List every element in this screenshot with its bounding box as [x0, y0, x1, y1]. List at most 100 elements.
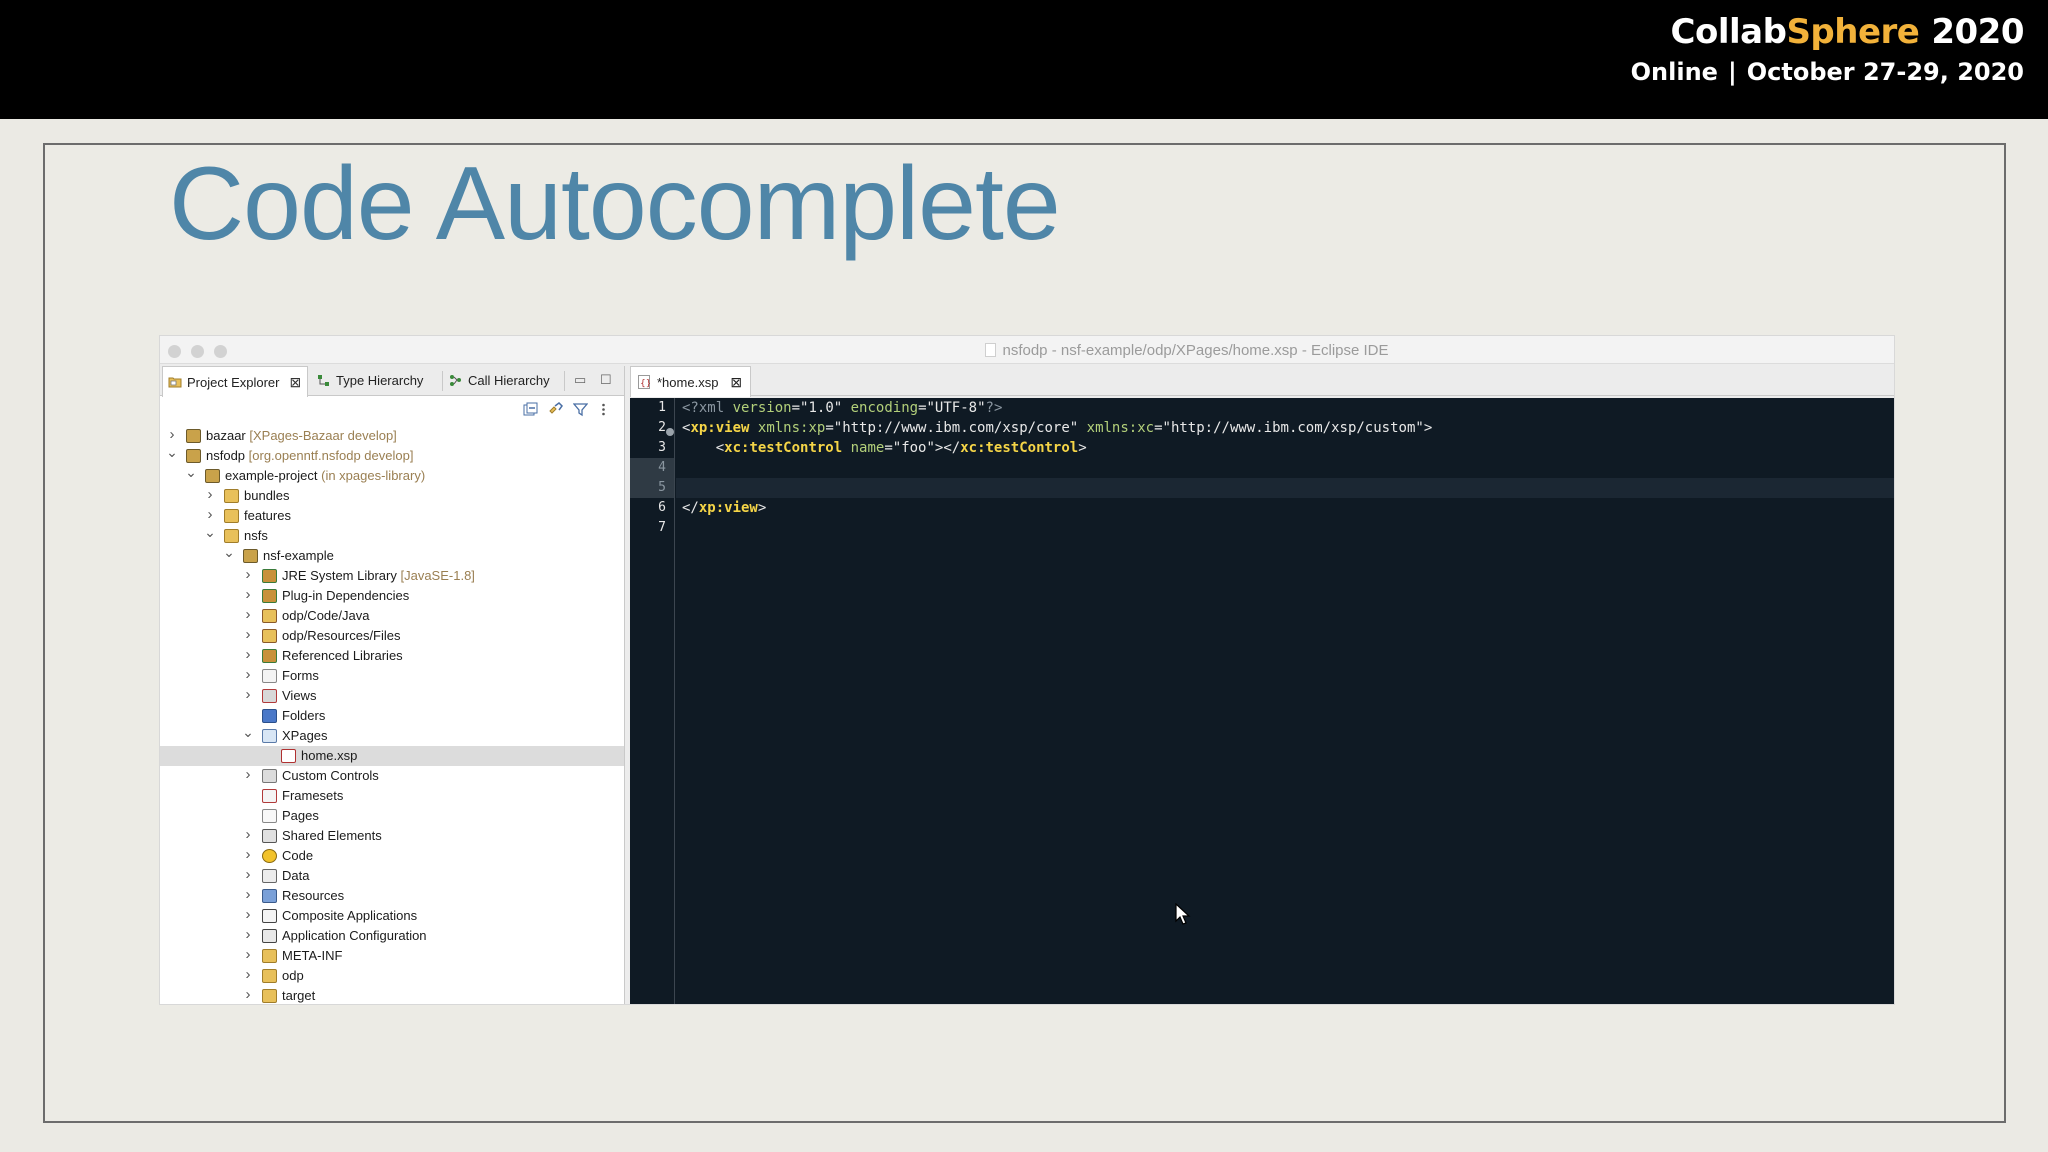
close-tab-icon[interactable]: ⊠	[730, 374, 742, 390]
xpages-icon	[262, 729, 277, 743]
svg-text:{}: {}	[640, 379, 650, 389]
tree-item-decoration: [org.openntf.nsfodp develop]	[245, 448, 414, 463]
tree-item[interactable]: › bazaar [XPages-Bazaar develop]	[160, 426, 624, 446]
chevron-down-icon[interactable]: ⌄	[166, 445, 178, 459]
chevron-right-icon[interactable]: ›	[166, 426, 178, 444]
library-icon	[262, 569, 277, 583]
chevron-right-icon[interactable]: ›	[242, 586, 254, 604]
view-tabbar: Project Explorer ⊠ Type Hierarchy Call Hi…	[160, 366, 624, 397]
tree-item[interactable]: › Shared Elements	[160, 826, 624, 846]
tree-item-label: Custom Controls	[282, 768, 379, 783]
tree-item-label: JRE System Library [JavaSE-1.8]	[282, 568, 475, 583]
line-number: 1	[658, 400, 666, 415]
tree-item[interactable]: › Resources	[160, 886, 624, 906]
tree-item[interactable]: › Custom Controls	[160, 766, 624, 786]
minimize-view-icon[interactable]: ▭	[574, 372, 586, 388]
chevron-right-icon[interactable]: ›	[242, 886, 254, 904]
tree-item[interactable]: › target	[160, 986, 624, 1004]
tree-item[interactable]: › Data	[160, 866, 624, 886]
chevron-right-icon[interactable]: ›	[242, 766, 254, 784]
tree-item[interactable]: › odp	[160, 966, 624, 986]
maximize-view-icon[interactable]: ☐	[600, 372, 612, 388]
chevron-right-icon[interactable]: ›	[242, 966, 254, 984]
tree-item[interactable]: ⌄ nsfodp [org.openntf.nsfodp develop]	[160, 445, 624, 466]
source-folder-icon	[262, 629, 277, 643]
chevron-right-icon[interactable]: ›	[242, 986, 254, 1004]
tab-call-hierarchy[interactable]: Call Hierarchy	[444, 366, 556, 396]
slide-title: Code Autocomplete	[169, 146, 1061, 262]
project-explorer-icon	[168, 377, 182, 388]
tree-item-decoration: [XPages-Bazaar develop]	[245, 428, 397, 443]
tab-project-explorer[interactable]: Project Explorer ⊠	[162, 366, 309, 397]
chevron-right-icon[interactable]: ›	[242, 566, 254, 584]
view-menu-icon[interactable]	[596, 402, 611, 417]
tree-item[interactable]: › Forms	[160, 666, 624, 686]
chevron-right-icon[interactable]: ›	[242, 846, 254, 864]
close-tab-icon[interactable]: ⊠	[289, 374, 301, 390]
tree-item[interactable]: › bundles	[160, 486, 624, 506]
chevron-right-icon[interactable]: ›	[204, 506, 216, 524]
line-number: 4	[630, 458, 674, 478]
tab-type-hierarchy[interactable]: Type Hierarchy	[312, 366, 429, 396]
chevron-right-icon[interactable]: ›	[242, 826, 254, 844]
tree-item[interactable]: › odp/Code/Java	[160, 606, 624, 626]
tree-item[interactable]: ⌄ nsfs	[160, 525, 624, 546]
forms-icon	[262, 669, 277, 683]
folder-icon	[224, 509, 239, 523]
tree-item[interactable]: ⌄ nsf-example	[160, 545, 624, 566]
tree-item-label: META-INF	[282, 948, 343, 963]
project-icon	[186, 449, 201, 463]
link-editor-icon[interactable]	[548, 402, 563, 417]
chevron-right-icon[interactable]: ›	[242, 866, 254, 884]
type-hierarchy-icon	[318, 375, 329, 386]
tree-item[interactable]: ⌄ XPages	[160, 725, 624, 746]
chevron-right-icon[interactable]: ›	[242, 666, 254, 684]
tree-item[interactable]: › features	[160, 506, 624, 526]
chevron-right-icon[interactable]: ›	[242, 686, 254, 704]
line-number: 2	[658, 420, 666, 435]
code-line: <xc:testControl name="foo"></xc:testCont…	[682, 440, 1087, 456]
chevron-down-icon[interactable]: ⌄	[223, 545, 235, 559]
chevron-right-icon[interactable]: ›	[242, 646, 254, 664]
tree-item[interactable]: › Composite Applications	[160, 906, 624, 926]
tree-item-label: Code	[282, 848, 314, 863]
tree-item[interactable]: ⌄ example-project (in xpages-library)	[160, 465, 624, 486]
tree-item[interactable]: › META-INF	[160, 946, 624, 966]
framesets-icon	[262, 789, 277, 803]
tree-item[interactable]: Folders	[160, 706, 624, 726]
chevron-right-icon[interactable]: ›	[242, 906, 254, 924]
document-icon	[985, 343, 997, 357]
folders-icon	[262, 709, 277, 723]
brand-logo: CollabSphere 2020	[1670, 12, 2025, 52]
tree-item[interactable]: › Code	[160, 846, 624, 866]
chevron-down-icon[interactable]: ⌄	[185, 465, 197, 479]
tree-item[interactable]: › Referenced Libraries	[160, 646, 624, 666]
chevron-right-icon[interactable]: ›	[242, 606, 254, 624]
tree-item[interactable]: › Views	[160, 686, 624, 706]
tree-item[interactable]: Framesets	[160, 786, 624, 806]
chevron-right-icon[interactable]: ›	[242, 926, 254, 944]
tree-item-label: nsfs	[244, 528, 268, 543]
tree-item[interactable]: › Plug-in Dependencies	[160, 586, 624, 606]
tree-item-label: Pages	[282, 808, 319, 823]
tree-item[interactable]: › Application Configuration	[160, 926, 624, 946]
resources-icon	[262, 889, 277, 903]
chevron-right-icon[interactable]: ›	[242, 946, 254, 964]
tree-item[interactable]: Pages	[160, 806, 624, 826]
filter-icon[interactable]	[573, 402, 588, 417]
tree-item[interactable]: › JRE System Library [JavaSE-1.8]	[160, 566, 624, 586]
code-area[interactable]: 1 2 3 45 6 7 <?xml version="1.0" encoding="UT…	[630, 398, 1894, 1004]
folder-icon	[262, 949, 277, 963]
chevron-right-icon[interactable]: ›	[204, 486, 216, 504]
chevron-down-icon[interactable]: ⌄	[204, 525, 216, 539]
collapse-all-icon[interactable]	[523, 402, 538, 417]
eclipse-window: nsfodp - nsf-example/odp/XPages/home.xsp…	[159, 335, 1895, 1005]
tab-divider	[442, 371, 443, 391]
folder-icon	[262, 989, 277, 1003]
tree-item-label: nsfodp [org.openntf.nsfodp develop]	[206, 448, 414, 463]
chevron-right-icon[interactable]: ›	[242, 626, 254, 644]
tab-home-xsp[interactable]: {} *home.xsp⊠	[630, 366, 752, 397]
tree-item[interactable]: home.xsp	[160, 746, 624, 766]
tree-item[interactable]: › odp/Resources/Files	[160, 626, 624, 646]
chevron-down-icon[interactable]: ⌄	[242, 725, 254, 739]
